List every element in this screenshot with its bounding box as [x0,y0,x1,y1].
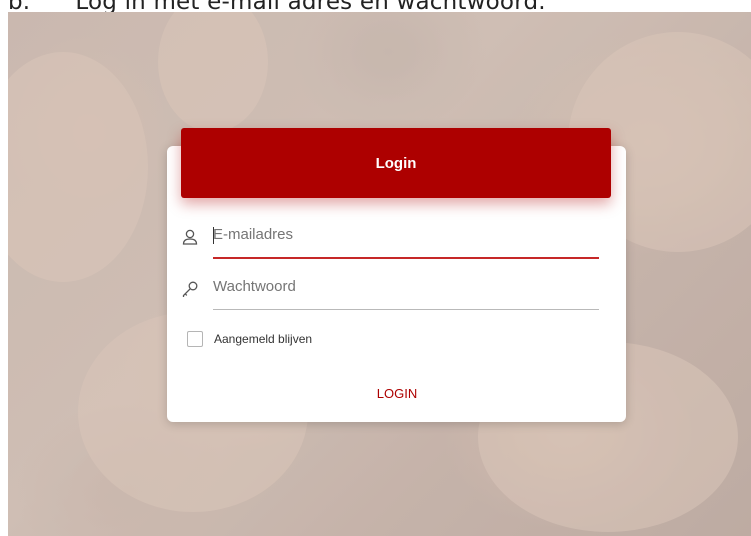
key-icon [181,280,199,298]
password-field [181,268,599,310]
email-input[interactable] [213,216,599,252]
password-input[interactable] [213,268,599,304]
user-icon [181,228,199,246]
password-underline [213,309,599,310]
remember-me-label: Aangemeld blijven [214,332,313,346]
login-card-header: Login [181,128,611,198]
text-cursor [213,227,214,244]
login-page-screenshot: Login Aange [8,12,751,536]
login-card: Login Aange [167,128,626,422]
remember-me-row: Aangemeld blijven [187,329,312,349]
login-title: Login [375,154,417,172]
email-underline [213,257,599,259]
remember-me-checkbox[interactable] [187,331,203,347]
email-field [181,216,599,259]
login-button[interactable]: LOGIN [347,378,447,408]
